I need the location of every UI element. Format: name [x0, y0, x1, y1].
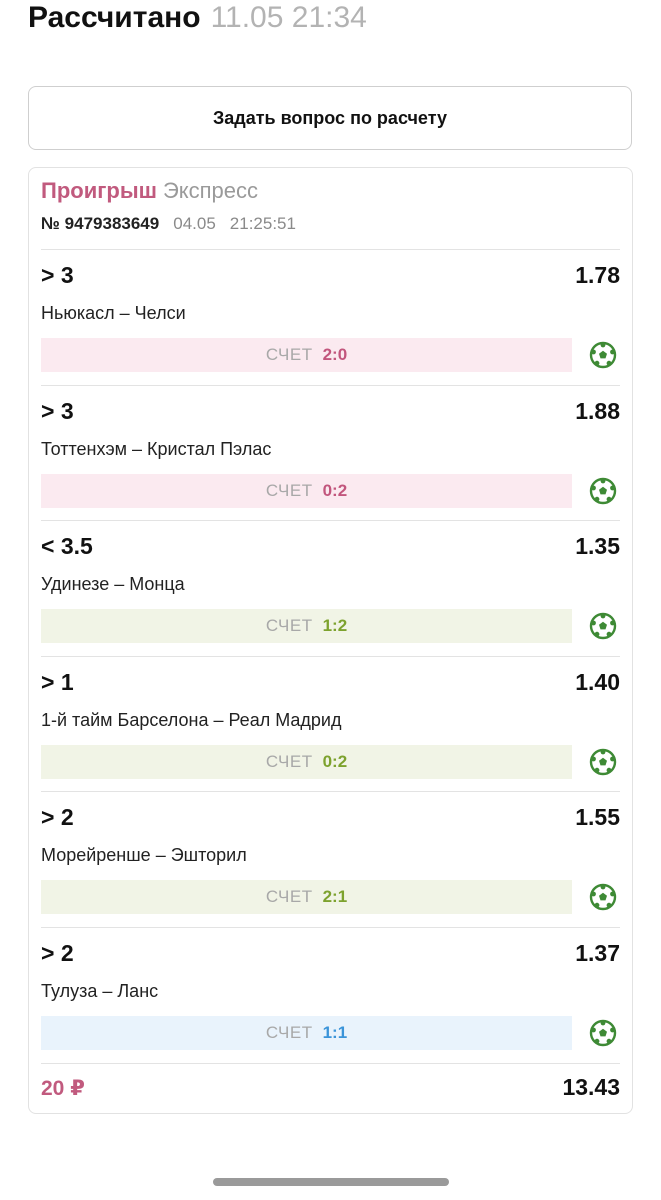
score-bar: СЧЕТ 1:2	[41, 609, 572, 644]
football-icon	[589, 884, 617, 911]
bet-item[interactable]: > 3 1.78 Ньюкасл – Челси СЧЕТ 2:0	[41, 249, 620, 385]
bet-card: Проигрыш Экспресс № 9479383649 04.05 21:25:…	[28, 167, 633, 1114]
football-icon	[589, 748, 617, 775]
bet-time: 21:25:51	[229, 214, 296, 233]
bet-item[interactable]: < 3.5 1.35 Удинезе – Монца СЧЕТ 1:2	[41, 520, 620, 656]
match-name: Удинезе – Монца	[41, 574, 185, 595]
score-value: 2:0	[322, 345, 348, 364]
football-icon	[589, 612, 617, 640]
bet-date: 04.05	[173, 214, 216, 233]
bet-condition: > 2	[41, 939, 74, 966]
settled-timestamp: 11.05 21:34	[210, 1, 367, 34]
football-icon	[589, 477, 617, 504]
match-name: Тоттенхэм – Кристал Пэлас	[41, 438, 272, 459]
bet-item[interactable]: > 2 1.37 Тулуза – Ланс СЧЕТ 1:1	[41, 926, 620, 1063]
match-name: Ньюкасл – Челси	[41, 303, 186, 323]
score-value: 0:2	[322, 480, 348, 500]
bet-number: № 9479383649	[41, 214, 160, 233]
bet-odds: 1.35	[575, 533, 620, 560]
score-label: СЧЕТ	[265, 480, 313, 500]
bet-condition: > 2	[41, 804, 74, 831]
page-title: Рассчитано	[28, 1, 201, 34]
bet-type: Экспресс	[162, 178, 259, 203]
score-bar: СЧЕТ 0:2	[41, 473, 572, 508]
score-value: 1:1	[322, 1022, 348, 1042]
bet-condition: > 3	[41, 397, 74, 424]
page-header: Рассчитано 11.05 21:34	[28, 0, 367, 36]
bet-status-line: Проигрыш Экспресс	[41, 178, 620, 204]
score-value: 2:1	[322, 887, 348, 907]
bet-item[interactable]: > 1 1.40 1-й тайм Барселона – Реал Мадри…	[41, 655, 620, 792]
bet-status: Проигрыш	[41, 178, 157, 203]
football-icon	[589, 341, 617, 369]
score-label: СЧЕТ	[265, 1022, 313, 1042]
bet-condition: > 3	[41, 262, 74, 288]
bet-condition: < 3.5	[41, 533, 93, 560]
bet-odds: 1.78	[575, 262, 620, 288]
score-bar: СЧЕТ 2:0	[41, 338, 572, 372]
bet-card-footer: 20 ₽ 13.43	[41, 1063, 620, 1116]
match-name: Тулуза – Ланс	[41, 980, 159, 1001]
stake-amount: 20 ₽	[41, 1077, 85, 1100]
bet-odds: 1.37	[575, 939, 620, 966]
score-label: СЧЕТ	[265, 751, 313, 771]
football-icon	[589, 1019, 617, 1047]
score-label: СЧЕТ	[265, 887, 313, 907]
match-name: Морейренше – Эшторил	[41, 845, 247, 866]
total-odds: 13.43	[562, 1074, 620, 1100]
bet-item[interactable]: > 2 1.55 Морейренше – Эшторил СЧЕТ 2:1	[41, 791, 620, 927]
ask-question-button[interactable]: Задать вопрос по расчету	[28, 86, 632, 150]
bet-item[interactable]: > 3 1.88 Тоттенхэм – Кристал Пэлас СЧЕТ 0…	[41, 384, 620, 521]
match-name: 1-й тайм Барселона – Реал Мадрид	[41, 709, 342, 730]
score-value: 0:2	[322, 751, 348, 771]
bet-meta: № 9479383649 04.05 21:25:51	[41, 214, 620, 234]
bet-odds: 1.88	[575, 397, 620, 424]
bet-items-list: > 3 1.78 Ньюкасл – Челси СЧЕТ 2:0 > 3 1.8…	[41, 249, 620, 1063]
score-label: СЧЕТ	[265, 616, 313, 636]
score-bar: СЧЕТ 0:2	[41, 744, 572, 779]
score-label: СЧЕТ	[265, 345, 313, 364]
score-value: 1:2	[322, 616, 348, 636]
bet-card-header: Проигрыш Экспресс № 9479383649 04.05 21:25:…	[41, 178, 620, 234]
score-bar: СЧЕТ 1:1	[41, 1015, 572, 1050]
bet-condition: > 1	[41, 668, 74, 695]
home-indicator[interactable]	[213, 1178, 449, 1186]
score-bar: СЧЕТ 2:1	[41, 880, 572, 915]
bet-odds: 1.55	[575, 804, 620, 831]
bet-odds: 1.40	[575, 668, 620, 695]
